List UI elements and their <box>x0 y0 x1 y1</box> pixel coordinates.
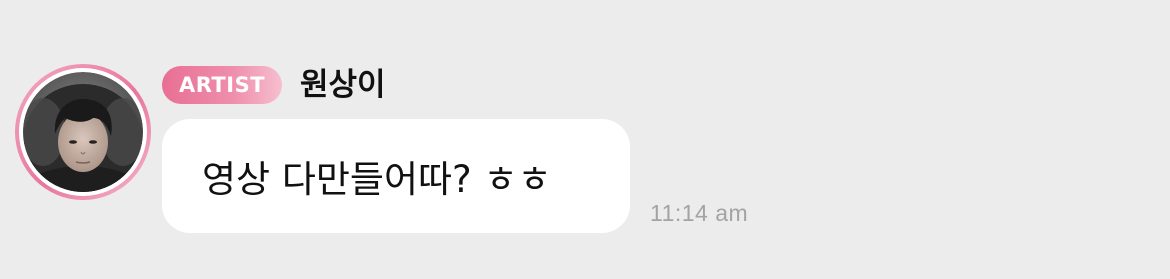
message-bubble[interactable]: 영상 다만들어따? ㅎㅎ <box>162 119 630 233</box>
sender-name[interactable]: 원상이 <box>300 64 386 106</box>
avatar-ring[interactable] <box>15 64 151 200</box>
chat-message-row: ARTIST 원상이 영상 다만들어따? ㅎㅎ 11:14 am <box>0 0 1170 279</box>
artist-badge: ARTIST <box>162 66 282 104</box>
avatar[interactable] <box>23 72 143 192</box>
message-timestamp: 11:14 am <box>650 200 749 226</box>
avatar-border <box>19 68 147 196</box>
message-text: 영상 다만들어따? ㅎㅎ <box>202 158 552 201</box>
